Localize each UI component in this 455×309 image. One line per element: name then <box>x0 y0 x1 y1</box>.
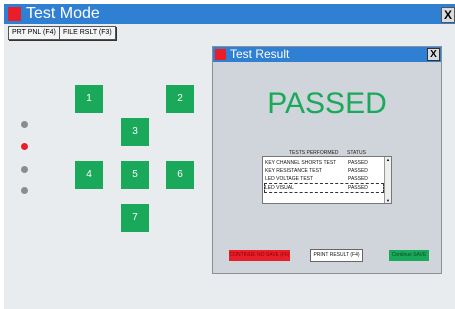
scroll-up-icon[interactable]: ▲ <box>385 157 391 162</box>
app-icon <box>8 7 21 21</box>
list-item[interactable]: KEY RESISTANCE TEST PASSED <box>265 167 383 175</box>
key-1[interactable]: 1 <box>75 85 103 113</box>
test-result-dialog: Test Result X PASSED TESTS PERFORMED STA… <box>212 46 442 274</box>
print-panel-button[interactable]: PRT PNL (F4) <box>8 26 60 40</box>
test-status: PASSED <box>348 160 368 166</box>
list-item[interactable]: LED VISUAL PASSED <box>264 183 384 193</box>
key-7[interactable]: 7 <box>121 204 149 232</box>
test-status: PASSED <box>348 168 368 174</box>
title-bar: Test Mode X <box>4 4 455 24</box>
results-list[interactable]: KEY CHANNEL SHORTS TEST PASSED KEY RESIST… <box>262 156 392 204</box>
led-indicator <box>21 187 28 194</box>
scroll-down-icon[interactable]: ▼ <box>385 198 391 203</box>
continue-no-save-button[interactable]: CONTINUE NO SAVE (F6) <box>229 250 290 261</box>
test-name: LED VISUAL <box>265 185 294 191</box>
key-2[interactable]: 2 <box>166 85 194 113</box>
list-item[interactable]: LED VOLTAGE TEST PASSED <box>265 175 383 183</box>
dialog-title-bar: Test Result X <box>213 47 441 62</box>
led-indicator <box>21 143 28 150</box>
dialog-icon <box>215 49 226 60</box>
file-result-button[interactable]: FILE RSLT (F3) <box>59 26 116 40</box>
continue-save-button[interactable]: Continue SAVE <box>389 250 429 261</box>
test-name: LED VOLTAGE TEST <box>265 176 314 182</box>
led-indicator <box>21 166 28 173</box>
list-scrollbar[interactable]: ▲ ▼ <box>384 157 391 203</box>
window-title: Test Mode <box>26 5 100 22</box>
key-4[interactable]: 4 <box>75 161 103 189</box>
test-name: KEY RESISTANCE TEST <box>265 168 322 174</box>
key-5[interactable]: 5 <box>121 161 149 189</box>
test-name: KEY CHANNEL SHORTS TEST <box>265 160 337 166</box>
key-3[interactable]: 3 <box>121 118 149 146</box>
print-result-button[interactable]: PRINT RESULT (F4) <box>310 249 363 262</box>
key-6[interactable]: 6 <box>166 161 194 189</box>
dialog-title: Test Result <box>230 47 290 61</box>
result-text: PASSED <box>267 87 387 120</box>
led-indicator <box>21 121 28 128</box>
test-status: PASSED <box>348 185 368 191</box>
dialog-close-button[interactable]: X <box>427 48 440 61</box>
close-button[interactable]: X <box>441 7 455 23</box>
test-status: PASSED <box>348 176 368 182</box>
list-item[interactable]: KEY CHANNEL SHORTS TEST PASSED <box>265 159 383 167</box>
